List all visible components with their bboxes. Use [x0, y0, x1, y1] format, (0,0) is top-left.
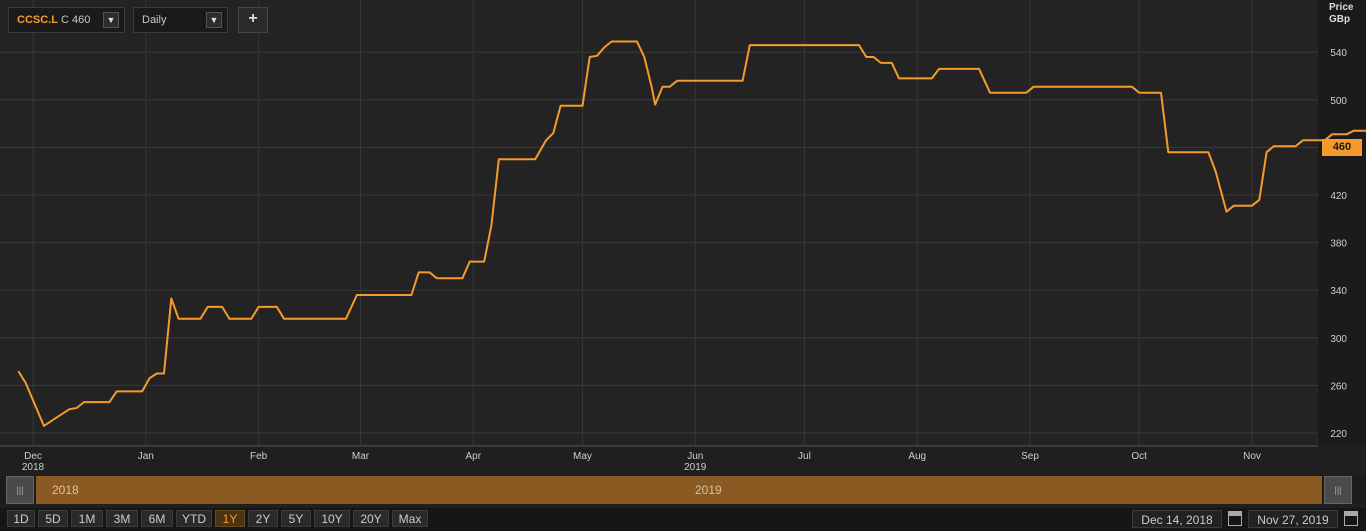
- chart-toolbar: CCSC.L C 460 ▼ Daily ▼ +: [8, 7, 268, 33]
- y-tick-label: 260: [1330, 381, 1347, 392]
- y-tick-label: 300: [1330, 334, 1347, 345]
- x-tick-label: Apr: [466, 451, 482, 462]
- range-button-max[interactable]: Max: [392, 510, 428, 527]
- ticker-symbol: CCSC.L: [17, 14, 58, 26]
- interval-selector[interactable]: Daily ▼: [133, 7, 228, 33]
- x-axis-ticks: Dec2018 Jan Feb Mar Apr May Jun2019 Jul Aug Sep Oc…: [22, 451, 1261, 473]
- chevron-down-icon[interactable]: ▼: [206, 12, 222, 28]
- axis-header: Price GBp: [1329, 2, 1353, 26]
- chevron-down-icon[interactable]: ▼: [103, 12, 119, 28]
- y-tick-label: 380: [1330, 239, 1347, 250]
- x-tick-label: Oct: [1131, 451, 1147, 462]
- x-tick-label: Jun: [687, 451, 703, 462]
- x-tick-label: Nov: [1243, 451, 1261, 462]
- x-tick-label: Feb: [250, 451, 268, 462]
- range-button-5y[interactable]: 5Y: [281, 510, 311, 527]
- grid: [0, 0, 1318, 447]
- interval-label: Daily: [142, 14, 167, 26]
- range-button-1y[interactable]: 1Y: [215, 510, 245, 527]
- x-tick-label: Dec: [24, 451, 42, 462]
- range-button-1m[interactable]: 1M: [71, 510, 103, 527]
- x-tick-label: May: [573, 451, 592, 462]
- x-tick-year-label: 2019: [684, 462, 707, 473]
- x-tick-label: Jul: [798, 451, 811, 462]
- y-tick-label: 420: [1330, 191, 1347, 202]
- x-tick-label: Jan: [138, 451, 154, 462]
- navigator-year-2018: 2018: [52, 483, 79, 497]
- navigator-left-handle[interactable]: |||: [6, 476, 34, 504]
- x-tick-year-label: 2018: [22, 462, 45, 473]
- add-series-button[interactable]: +: [238, 7, 268, 33]
- end-date-field[interactable]: Nov 27, 2019: [1248, 510, 1338, 528]
- navigator-selection[interactable]: [36, 476, 1322, 504]
- range-button-ytd[interactable]: YTD: [176, 510, 212, 527]
- calendar-icon[interactable]: [1344, 511, 1358, 526]
- range-button-3m[interactable]: 3M: [106, 510, 138, 527]
- range-button-10y[interactable]: 10Y: [314, 510, 350, 527]
- y-tick-label: 540: [1330, 48, 1347, 59]
- range-bar: 1D 5D 1M 3M 6M YTD 1Y 2Y 5Y 10Y 20Y Max Dec 14, 201…: [0, 508, 1366, 531]
- range-button-20y[interactable]: 20Y: [353, 510, 389, 527]
- y-tick-label: 340: [1330, 286, 1347, 297]
- range-button-2y[interactable]: 2Y: [248, 510, 278, 527]
- x-tick-label: Mar: [352, 451, 370, 462]
- range-button-5d[interactable]: 5D: [38, 510, 68, 527]
- x-tick-label: Sep: [1021, 451, 1039, 462]
- last-price-tag: 460: [1322, 139, 1362, 156]
- calendar-icon[interactable]: [1228, 511, 1242, 526]
- y-axis-ticks: 220260300340380420460500540: [1330, 48, 1347, 440]
- close-price-label: C 460: [61, 14, 91, 26]
- range-navigator[interactable]: ||| 2018 2019 |||: [0, 476, 1366, 504]
- y-tick-label: 500: [1330, 96, 1347, 107]
- axis-header-price: Price: [1329, 2, 1354, 13]
- range-button-6m[interactable]: 6M: [141, 510, 173, 527]
- price-chart[interactable]: 220 260 300 340 380 420 460 500 540 Dec2018 Jan Fe…: [0, 0, 1366, 476]
- x-tick-label: Aug: [908, 451, 926, 462]
- start-date-field[interactable]: Dec 14, 2018: [1132, 510, 1222, 528]
- axis-header-currency: GBp: [1329, 14, 1351, 25]
- navigator-right-handle[interactable]: |||: [1324, 476, 1352, 504]
- y-tick-label: 220: [1330, 429, 1347, 440]
- range-button-1d[interactable]: 1D: [7, 510, 35, 527]
- navigator-year-2019: 2019: [695, 483, 722, 497]
- ticker-selector[interactable]: CCSC.L C 460 ▼: [8, 7, 125, 33]
- price-series-line: [17, 40, 1366, 427]
